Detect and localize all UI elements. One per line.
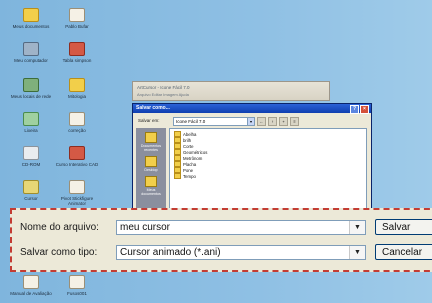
filename-label: Nome do arquivo:	[20, 222, 99, 233]
folder-icon	[174, 173, 181, 179]
background-window: ArtCursor - Icone Fácil 7.0 Arquivo Edit…	[132, 81, 330, 101]
dialog-title: Salvar como...	[136, 105, 170, 111]
red-icon	[69, 146, 85, 160]
filename-value: meu cursor	[120, 222, 171, 233]
desktop-icon-label: Lixeira	[24, 128, 38, 133]
desktop-icon-item[interactable]: correção	[52, 112, 102, 133]
desktop-icon-label: Meus documentos	[12, 24, 50, 29]
doc-icon	[69, 112, 85, 126]
doc-icon	[23, 275, 39, 289]
list-item[interactable]: Tempo	[174, 173, 366, 179]
desktop-icon-item[interactable]: Meus documentos	[6, 8, 56, 29]
desktop-icon-label: Meu computador	[14, 58, 48, 63]
desktop-icon-label: Tabla simpson	[62, 58, 92, 63]
chevron-down-icon[interactable]: ▾	[247, 117, 255, 126]
desktop-icon-item[interactable]: Cursor	[6, 180, 56, 201]
cancel-button[interactable]: Cancelar	[375, 244, 432, 260]
doc-icon	[69, 8, 85, 22]
save-in-label: Salvar em:	[138, 118, 160, 123]
desktop-icon-item[interactable]: Manual de Avaliação	[6, 275, 56, 296]
red-icon	[69, 42, 85, 56]
desktop-icon-item[interactable]: Lixeira	[6, 112, 56, 133]
up-folder-icon[interactable]: ↑	[268, 117, 277, 126]
help-button[interactable]: ?	[350, 105, 359, 114]
desktop-icon-label: CD-ROM	[21, 162, 41, 167]
net-icon	[23, 78, 39, 92]
back-icon[interactable]: ←	[257, 117, 266, 126]
new-folder-icon[interactable]: +	[279, 117, 288, 126]
desktop-icon-item[interactable]: Fusos001	[52, 275, 102, 296]
filetype-select[interactable]: Cursor animado (*.ani) ▼	[116, 245, 366, 260]
cd-icon	[23, 146, 39, 160]
folder-icon	[69, 78, 85, 92]
desktop-icon-item[interactable]: Pivot Stickfigure Animator	[52, 180, 102, 206]
documents-folder-icon	[145, 176, 157, 187]
trash-icon	[23, 112, 39, 126]
desktop-icon-label: correção	[68, 128, 86, 133]
folder-icon	[23, 8, 39, 22]
magnified-filename-panel: Nome do arquivo: meu cursor ▼ Salvar com…	[10, 208, 432, 272]
recent-folder-icon	[145, 132, 157, 143]
save-in-combo[interactable]: Icone Fácil 7.0	[173, 117, 249, 126]
desktop-icon-item[interactable]: Meu computador	[6, 42, 56, 63]
save-button[interactable]: Salvar	[375, 219, 432, 235]
chevron-down-icon[interactable]: ▼	[349, 221, 365, 234]
close-button[interactable]: ×	[360, 105, 369, 114]
filetype-value: Cursor animado (*.ani)	[120, 247, 221, 258]
cursor-icon	[23, 180, 39, 194]
desktop-icon-item[interactable]: Curso Interativo CAD	[52, 146, 102, 167]
desktop-icon-label: Meus locais de rede	[10, 94, 52, 99]
desktop-icon-label: Fusos001	[67, 291, 87, 296]
view-menu-icon[interactable]: ≡	[290, 117, 299, 126]
background-window-title: ArtCursor - Icone Fácil 7.0	[137, 85, 190, 90]
dialog-titlebar: Salvar como... ? ×	[133, 104, 371, 114]
pc-icon	[23, 42, 39, 56]
desktop-icon-item[interactable]: Tabla simpson	[52, 42, 102, 63]
desktop-icon-label: Pablo Bufar	[65, 24, 89, 29]
desktop-icon-label: Cursor	[24, 196, 38, 201]
desktop-icon-item[interactable]: CD-ROM	[6, 146, 56, 167]
filename-input[interactable]: meu cursor ▼	[116, 220, 366, 235]
desktop-icon-label: Mitologia	[67, 94, 86, 99]
chevron-down-icon[interactable]: ▼	[349, 246, 365, 259]
desktop-icon	[145, 156, 157, 167]
doc-icon	[69, 275, 85, 289]
place-recent[interactable]: Documentos recentes	[140, 132, 162, 152]
desktop-icon-label: Pivot Stickfigure Animator	[60, 196, 94, 206]
desktop-icon-label: Curso Interativo CAD	[55, 162, 99, 167]
place-my-documents[interactable]: Meus documentos	[140, 176, 162, 196]
desktop-icon-item[interactable]: Mitologia	[52, 78, 102, 99]
background-window-menu: Arquivo Editar Imagem Ajuda	[137, 92, 189, 97]
desktop-icon-item[interactable]: Pablo Bufar	[52, 8, 102, 29]
desktop-icon-label: Manual de Avaliação	[10, 291, 52, 296]
doc-icon	[69, 180, 85, 194]
filetype-label: Salvar como tipo:	[20, 247, 98, 258]
place-desktop[interactable]: Desktop	[140, 156, 162, 172]
desktop-icon-item[interactable]: Meus locais de rede	[6, 78, 56, 99]
